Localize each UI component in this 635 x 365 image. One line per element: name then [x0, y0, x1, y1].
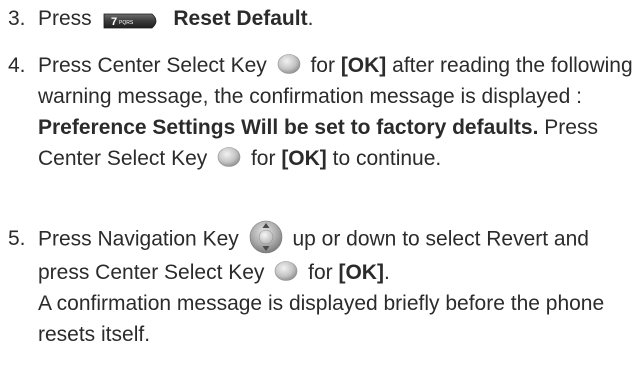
step-end: . — [307, 7, 314, 30]
key-letters: PQRS — [119, 20, 134, 26]
step-text: to continue. — [332, 147, 442, 170]
ok-label: [OK] — [338, 261, 384, 284]
step-body: Press Navigation Key up or down to selec… — [38, 220, 633, 350]
step-number: 3. — [8, 7, 26, 30]
manual-page: 3. Press 7 PQRS Reset Default. 4. Press … — [0, 0, 635, 365]
navigation-key-icon — [249, 220, 283, 254]
center-select-key-icon — [216, 146, 242, 168]
key-digit: 7 — [111, 16, 117, 28]
step-text: Press Center Select Key — [38, 54, 267, 77]
step-body: Press Center Select Key for [OK] after r… — [38, 50, 633, 174]
step-end: . — [383, 261, 390, 284]
step-5: 5. Press Navigation Key up or down to se… — [8, 220, 633, 350]
step-text: for — [310, 54, 335, 77]
ok-label: [OK] — [340, 54, 387, 77]
ok-label: [OK] — [281, 147, 327, 170]
warning-message: Preference Settings Will be set to facto… — [38, 116, 539, 139]
step-text: for — [308, 261, 333, 284]
center-select-key-icon — [273, 260, 299, 282]
step-text: Press — [38, 7, 92, 30]
step-4: 4. Press Center Select Key for [OK] afte… — [8, 50, 633, 174]
step-3: 3. Press 7 PQRS Reset Default. — [8, 3, 633, 34]
step-body: Press 7 PQRS Reset Default. — [38, 3, 633, 34]
step-text: for — [250, 147, 276, 170]
key-7-pqrs-icon: 7 PQRS — [102, 8, 162, 29]
step-note: A confirmation message is displayed brie… — [38, 292, 605, 346]
step-number: 5. — [8, 227, 26, 250]
step-number: 4. — [8, 54, 26, 77]
center-select-key-icon — [276, 53, 302, 75]
step-text: Press Navigation Key — [38, 227, 239, 251]
step-action: Reset Default — [173, 7, 308, 30]
